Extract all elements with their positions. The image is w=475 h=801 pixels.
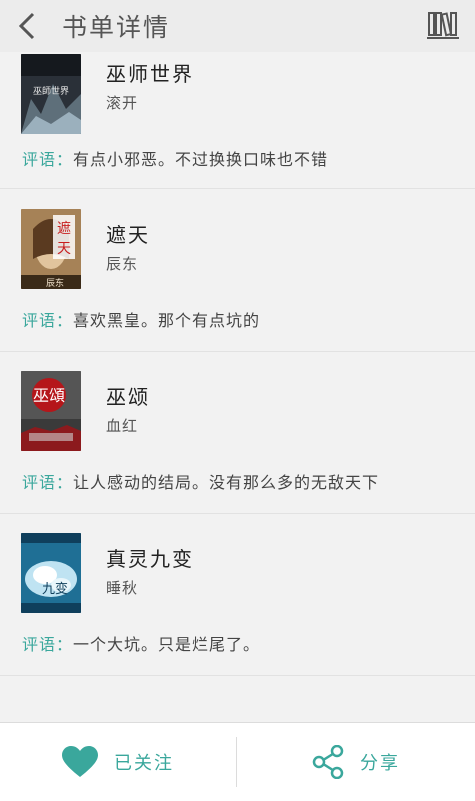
svg-text:辰东: 辰东 <box>46 277 64 289</box>
bookshelf-icon <box>427 12 459 39</box>
book-cover: 巫頌 <box>21 371 81 451</box>
book-item[interactable]: 巫頌 巫颂 血红 评语：让人感动的结局。没有那么多的无敌天下 <box>0 351 475 514</box>
review-label: 评语： <box>22 311 74 330</box>
back-button[interactable] <box>0 0 54 52</box>
book-author: 辰东 <box>106 255 139 273</box>
book-title: 巫师世界 <box>106 62 194 86</box>
review-label: 评语： <box>22 150 74 169</box>
book-list: 巫師世界 巫师世界 滚开 评语：有点小邪恶。不过换换口味也不错 遮 天 辰东 遮… <box>0 52 475 722</box>
heart-icon <box>62 746 98 777</box>
book-cover: 遮 天 辰东 <box>21 209 81 289</box>
bottom-action-bar: 已关注 分享 <box>0 722 475 801</box>
book-review: 评语：让人感动的结局。没有那么多的无敌天下 <box>22 469 379 493</box>
book-cover: 九变 <box>21 533 81 613</box>
book-cover: 巫師世界 <box>21 54 81 134</box>
book-author: 滚开 <box>106 94 139 112</box>
book-review: 评语：喜欢黑皇。那个有点坑的 <box>22 307 260 331</box>
review-text: 一个大坑。只是烂尾了。 <box>73 635 261 654</box>
book-item[interactable]: 九变 真灵九变 睡秋 评语：一个大坑。只是烂尾了。 <box>0 513 475 676</box>
book-item[interactable]: 遮 天 辰东 遮天 辰东 评语：喜欢黑皇。那个有点坑的 <box>0 189 475 352</box>
page-title: 书单详情 <box>62 13 171 42</box>
review-text: 让人感动的结局。没有那么多的无敌天下 <box>73 473 380 492</box>
book-review: 评语：有点小邪恶。不过换换口味也不错 <box>22 146 328 170</box>
book-title: 遮天 <box>106 223 150 247</box>
book-author: 血红 <box>106 417 139 435</box>
book-cover-title: 巫頌 <box>33 386 65 405</box>
book-cover-title: 巫師世界 <box>33 85 69 97</box>
book-item[interactable]: 巫師世界 巫师世界 滚开 评语：有点小邪恶。不过换换口味也不错 <box>0 52 475 189</box>
review-label: 评语： <box>22 473 74 492</box>
book-cover-title: 九变 <box>42 581 68 597</box>
follow-button[interactable]: 已关注 <box>0 723 236 801</box>
review-text: 喜欢黑皇。那个有点坑的 <box>73 311 261 330</box>
svg-text:天: 天 <box>57 241 71 257</box>
book-cover-title: 遮 <box>57 221 71 237</box>
review-text: 有点小邪恶。不过换换口味也不错 <box>73 150 329 169</box>
bookshelf-button[interactable] <box>425 8 461 44</box>
share-label: 分享 <box>360 753 400 774</box>
book-author: 睡秋 <box>106 579 139 597</box>
follow-label: 已关注 <box>114 753 174 774</box>
chevron-left-icon <box>18 12 35 40</box>
share-icon <box>312 745 344 779</box>
book-review: 评语：一个大坑。只是烂尾了。 <box>22 631 260 655</box>
book-title: 真灵九变 <box>106 547 194 571</box>
share-button[interactable]: 分享 <box>237 723 475 801</box>
header-bar: 书单详情 <box>0 0 475 52</box>
book-title: 巫颂 <box>106 385 150 409</box>
review-label: 评语： <box>22 635 74 654</box>
